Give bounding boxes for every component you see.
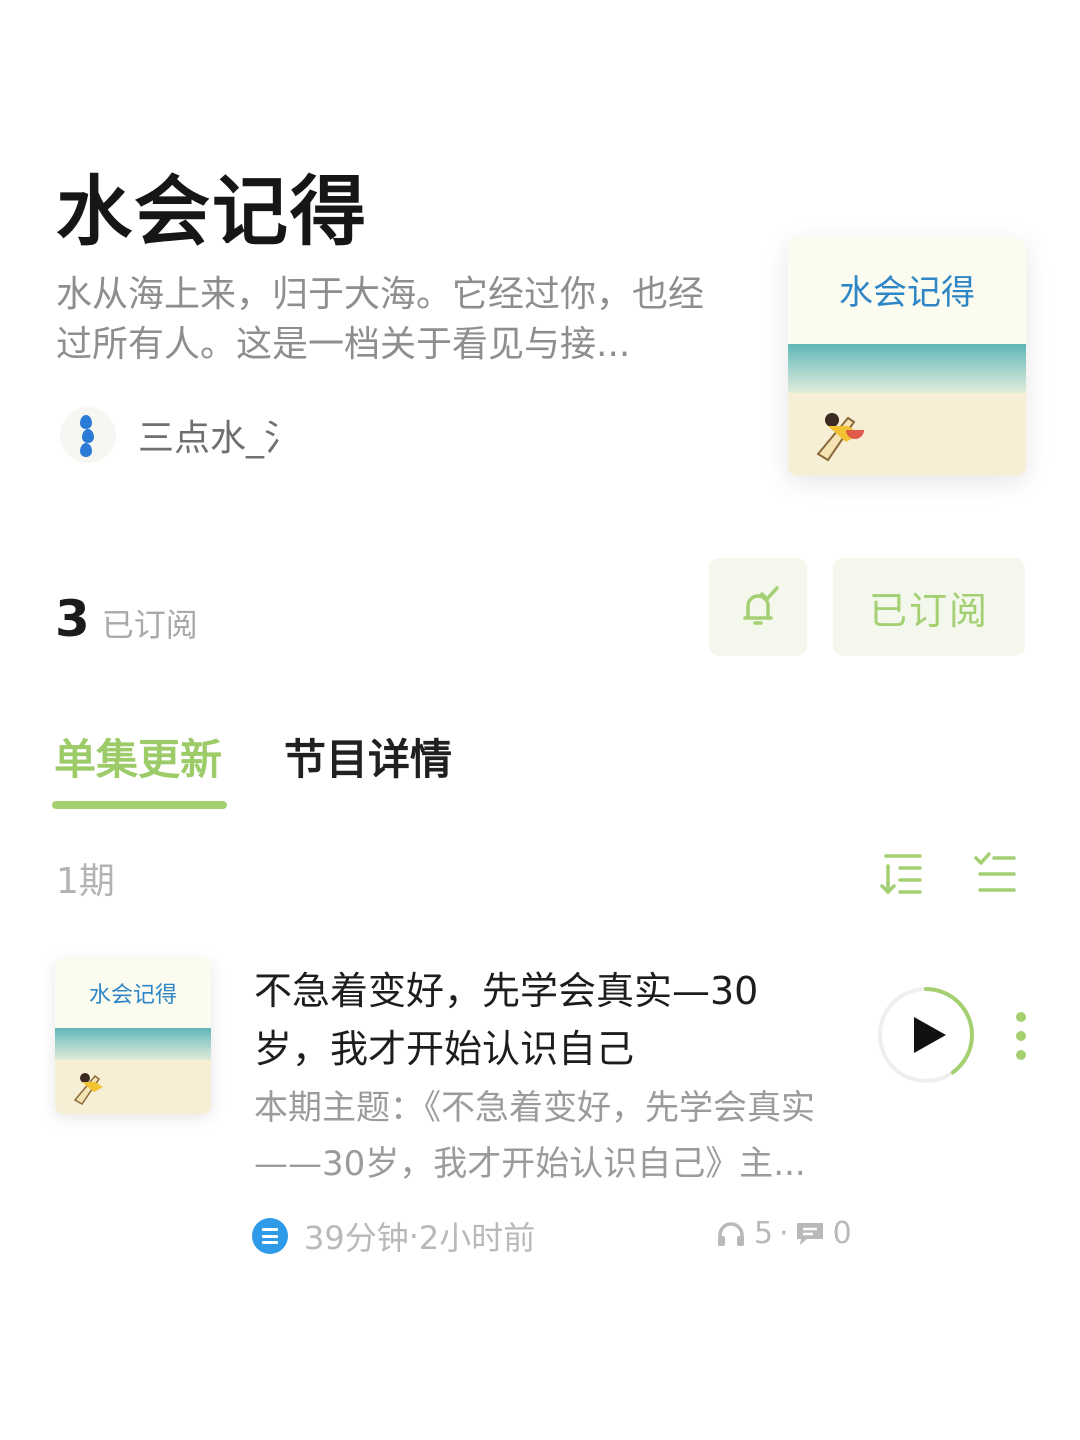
meta-separator: · [408, 1217, 419, 1255]
episode-published-time: 2小时前 [418, 1219, 536, 1257]
author-row[interactable]: 三点水_氵 [60, 405, 288, 465]
episode-list-icon [252, 1218, 288, 1254]
tab-active-indicator [52, 801, 227, 809]
headphones-icon [718, 1221, 744, 1246]
bell-check-icon [743, 586, 779, 625]
tab-details[interactable]: 节目详情 [284, 726, 452, 787]
notification-bell-button[interactable] [709, 558, 807, 656]
author-name[interactable]: 三点水_氵 [138, 409, 288, 461]
cover-art: 水会记得 [788, 238, 1026, 476]
play-icon [914, 1017, 946, 1053]
more-options-button[interactable] [1012, 1012, 1030, 1060]
episode-cover-title: 水会记得 [89, 983, 177, 1008]
avatar[interactable] [60, 407, 116, 463]
podcast-description[interactable]: 水从海上来，归于大海。它经过你，也经过所有人。这是一档关于看见与接... [56, 270, 716, 370]
play-button[interactable] [876, 985, 976, 1085]
comment-icon [796, 1222, 823, 1245]
play-count: 5 [754, 1216, 774, 1251]
subscriber-count: 3 已订阅 [55, 590, 198, 648]
episode-duration: 39分钟 [304, 1219, 409, 1257]
episode-cover[interactable]: 水会记得 [55, 958, 211, 1114]
episode-count: 1期 [56, 861, 115, 902]
subscriber-number: 3 [55, 590, 90, 648]
checklist-icon[interactable] [972, 852, 1018, 896]
page-title: 水会记得 [56, 167, 368, 256]
stats-separator: · [779, 1216, 789, 1251]
comment-count: 0 [832, 1216, 852, 1251]
subscriber-label: 已订阅 [101, 606, 198, 644]
podcast-cover: 水会记得 [788, 238, 1026, 476]
episode-cover-art: 水会记得 [55, 958, 211, 1114]
cover-title: 水会记得 [839, 273, 975, 313]
episode-description[interactable]: 本期主题：《不急着变好，先学会真实——30岁，我才开始认识自己》主... [254, 1080, 854, 1192]
sort-order-icon[interactable] [880, 852, 926, 896]
tab-episodes[interactable]: 单集更新 [54, 726, 222, 787]
episode-title[interactable]: 不急着变好，先学会真实—30岁，我才开始认识自己 [254, 962, 824, 1078]
subscribed-button[interactable]: 已订阅 [833, 558, 1025, 656]
episode-meta: 39分钟 · 2小时前 [252, 1213, 535, 1259]
episode-stats: 5 · 0 [716, 1216, 852, 1251]
